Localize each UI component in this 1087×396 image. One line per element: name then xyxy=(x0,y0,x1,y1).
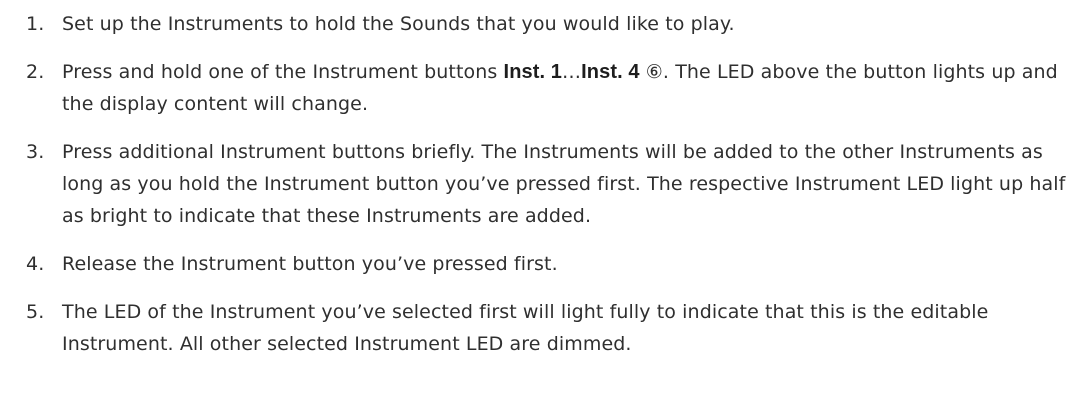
step-text: Press additional Instrument buttons brie… xyxy=(62,141,1066,227)
step-2: 2. Press and hold one of the Instrument … xyxy=(0,56,1072,120)
step-text: Release the Instrument button you’ve pre… xyxy=(62,253,558,275)
step-number: 5. xyxy=(26,301,45,323)
step-1: 1. Set up the Instruments to hold the So… xyxy=(0,8,1072,40)
instruction-steps: 1. Set up the Instruments to hold the So… xyxy=(0,8,1087,376)
step-number: 4. xyxy=(26,253,45,275)
step-number: 3. xyxy=(26,141,45,163)
step-text-intro: Press and hold one of the Instrument but… xyxy=(62,61,504,83)
step-3: 3. Press additional Instrument buttons b… xyxy=(0,136,1072,232)
reference-number-marker: ⑥ xyxy=(645,61,663,83)
step-text: Set up the Instruments to hold the Sound… xyxy=(62,13,735,35)
inst-4-button-label: Inst. 4 xyxy=(581,61,640,83)
range-ellipsis: … xyxy=(562,61,582,83)
step-number: 2. xyxy=(26,61,45,83)
step-4: 4. Release the Instrument button you’ve … xyxy=(0,248,1072,280)
step-text: The LED of the Instrument you’ve selecte… xyxy=(62,301,989,355)
step-number: 1. xyxy=(26,13,45,35)
step-5: 5. The LED of the Instrument you’ve sele… xyxy=(0,296,1072,360)
inst-1-button-label: Inst. 1 xyxy=(503,61,563,83)
